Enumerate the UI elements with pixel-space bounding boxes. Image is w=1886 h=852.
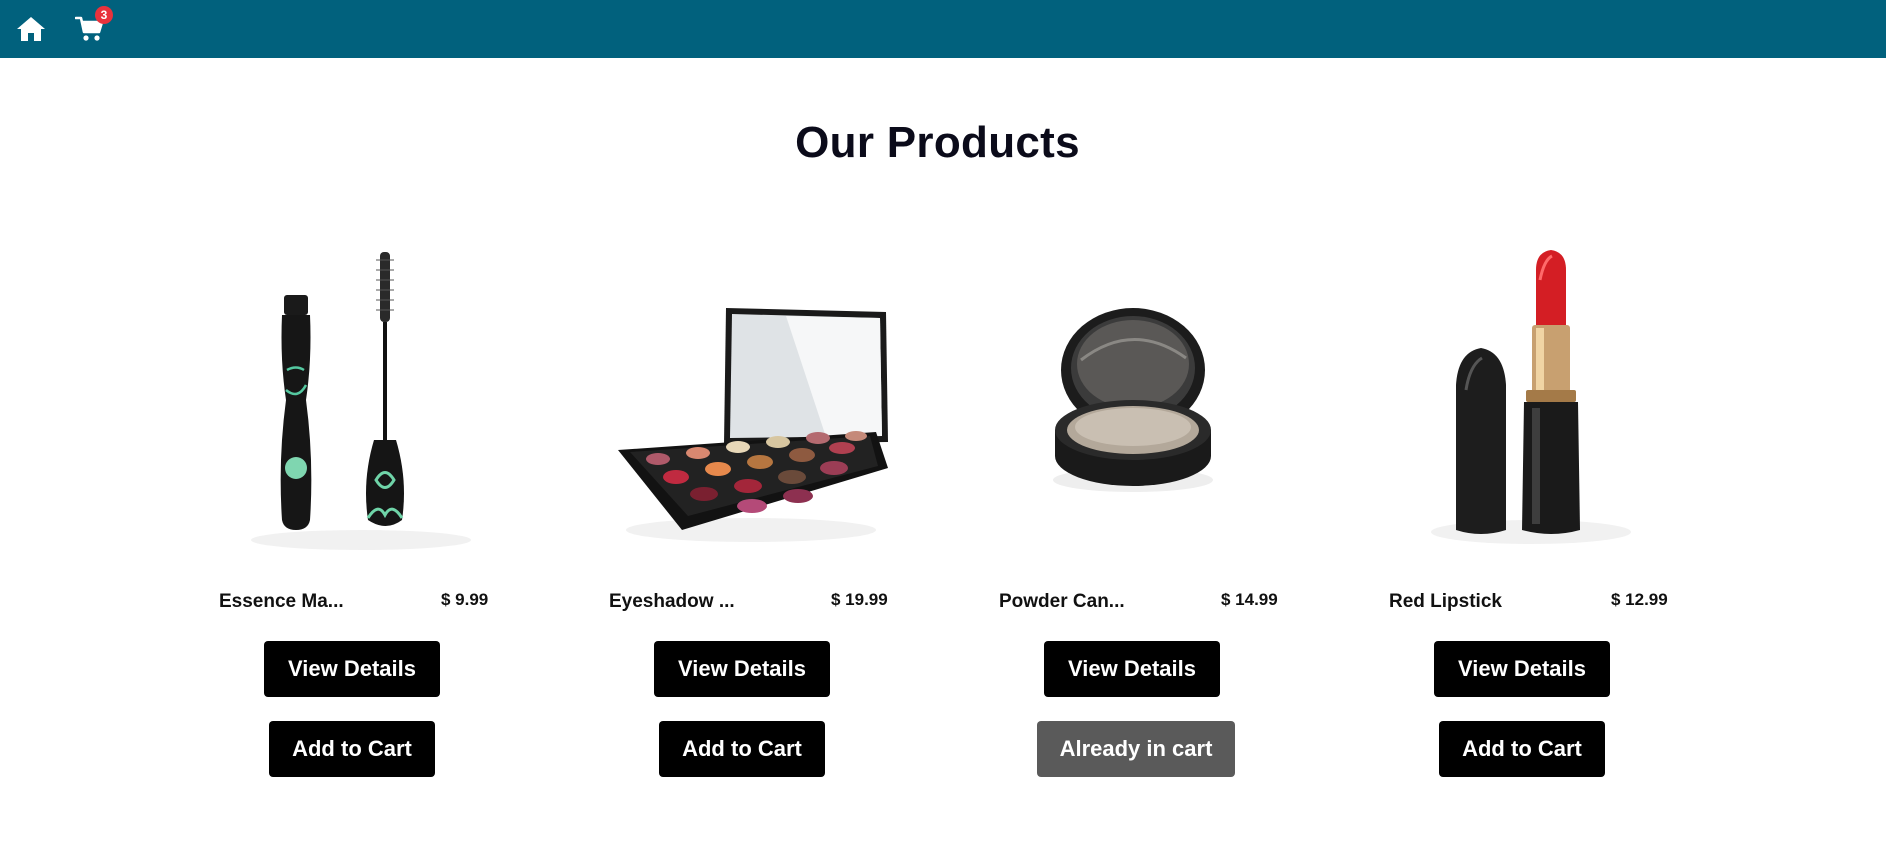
home-button[interactable] <box>14 12 48 46</box>
product-price: $ 19.99 <box>831 590 888 609</box>
view-details-button[interactable]: View Details <box>1044 641 1220 697</box>
add-to-cart-button[interactable]: Add to Cart <box>659 721 825 777</box>
home-icon <box>17 17 45 41</box>
product-name: Red Lipstick <box>1389 591 1502 612</box>
product-price: $ 14.99 <box>1221 590 1278 609</box>
product-name: Powder Can... <box>999 591 1125 612</box>
product-image-powder-compact[interactable] <box>996 240 1286 570</box>
product-name: Eyeshadow ... <box>609 591 735 612</box>
product-price: $ 9.99 <box>441 590 489 609</box>
product-card: Powder Can... $ 14.99 View Details Alrea… <box>996 240 1286 780</box>
page-title: Our Products <box>795 118 1080 167</box>
cart-count-badge: 3 <box>95 6 113 24</box>
product-name: Essence Ma... <box>219 591 344 612</box>
already-in-cart-button[interactable]: Already in cart <box>1037 721 1235 777</box>
add-to-cart-button[interactable]: Add to Cart <box>269 721 435 777</box>
view-details-button[interactable]: View Details <box>264 641 440 697</box>
add-to-cart-button[interactable]: Add to Cart <box>1439 721 1605 777</box>
view-details-button[interactable]: View Details <box>654 641 830 697</box>
top-navbar: 3 <box>0 0 1886 58</box>
product-image-mascara[interactable] <box>216 240 506 570</box>
product-card: Eyeshadow ... $ 19.99 View Details Add t… <box>606 240 896 780</box>
product-card: Essence Ma... $ 9.99 View Details Add to… <box>216 240 506 780</box>
product-price: $ 12.99 <box>1611 590 1668 609</box>
product-card: Red Lipstick $ 12.99 View Details Add to… <box>1386 240 1676 780</box>
product-image-lipstick[interactable] <box>1386 240 1676 570</box>
product-image-eyeshadow-palette[interactable] <box>606 240 896 570</box>
view-details-button[interactable]: View Details <box>1434 641 1610 697</box>
